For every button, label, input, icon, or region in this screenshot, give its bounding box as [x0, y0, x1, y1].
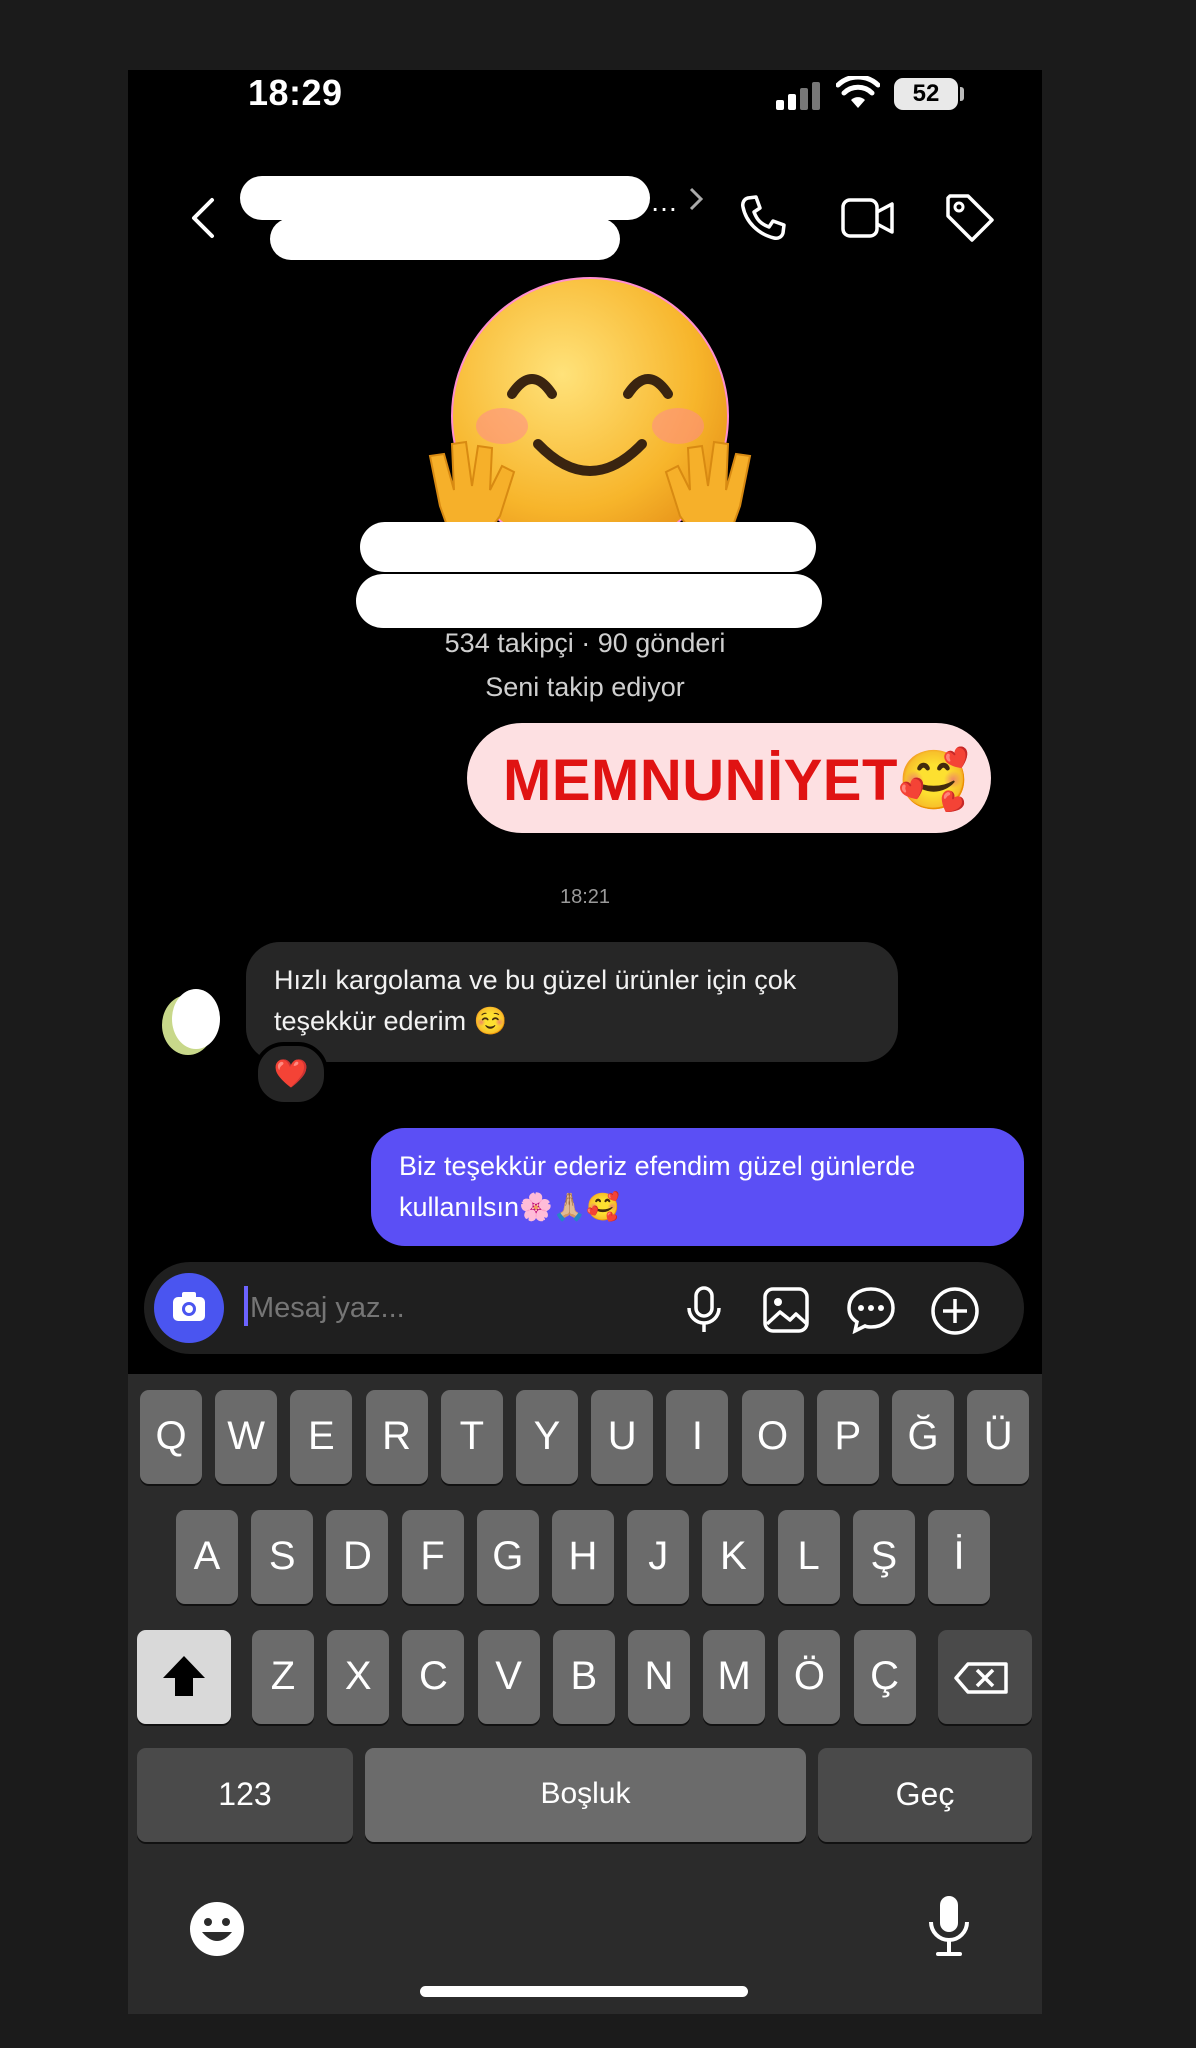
key-i[interactable]: I [666, 1390, 729, 1484]
signal-icon [774, 80, 822, 110]
battery-indicator: 52 [894, 78, 958, 110]
back-icon[interactable] [188, 196, 218, 240]
chevron-right-icon[interactable] [688, 186, 704, 212]
key-u[interactable]: U [591, 1390, 654, 1484]
key-r[interactable]: R [365, 1390, 428, 1484]
key-s[interactable]: S [251, 1510, 314, 1604]
key-w[interactable]: W [215, 1390, 278, 1484]
sticker-text: MEMNUNİYET🥰 [503, 748, 971, 813]
sticker-chat-icon[interactable] [846, 1286, 896, 1334]
key-ğ[interactable]: Ğ [892, 1390, 954, 1484]
gallery-icon[interactable] [762, 1286, 810, 1334]
status-time: 18:29 [248, 72, 343, 113]
key-o[interactable]: O [741, 1390, 804, 1484]
key-v[interactable]: V [477, 1630, 540, 1724]
battery-tip [960, 87, 964, 101]
home-indicator[interactable] [420, 1986, 748, 1997]
redacted-subtitle [270, 218, 620, 260]
key-c[interactable]: C [402, 1630, 465, 1724]
tag-icon[interactable] [944, 192, 996, 244]
incoming-message[interactable]: Hızlı kargolama ve bu güzel ürünler için… [246, 942, 898, 1062]
message-input[interactable] [248, 1282, 652, 1334]
redacted-username[interactable] [240, 176, 650, 220]
redacted-profile-name [360, 522, 816, 572]
ellipsis-icon: … [650, 186, 678, 217]
video-call-icon[interactable] [840, 196, 896, 240]
profile-stats: 534 takipçi · 90 gönderi [444, 628, 726, 658]
memnuniyet-sticker[interactable]: MEMNUNİYET🥰 [467, 723, 991, 833]
shift-icon [163, 1656, 205, 1696]
key-a[interactable]: A [176, 1510, 238, 1604]
sender-avatar[interactable] [160, 985, 224, 1057]
key-y[interactable]: Y [516, 1390, 578, 1484]
backspace-icon [954, 1662, 1008, 1694]
key-e[interactable]: E [290, 1390, 353, 1484]
backspace-key[interactable] [938, 1630, 1032, 1724]
message-timestamp: 18:21 [559, 886, 611, 908]
outgoing-message[interactable]: Biz teşekkür ederiz efendim güzel günler… [371, 1128, 1024, 1246]
go-key[interactable]: Geç [818, 1748, 1032, 1842]
key-n[interactable]: N [628, 1630, 690, 1724]
space-key[interactable]: Boşluk [365, 1748, 806, 1842]
key-k[interactable]: K [702, 1510, 765, 1604]
redacted-profile-handle [356, 574, 822, 628]
key-d[interactable]: D [326, 1510, 389, 1604]
key-i̇[interactable]: İ [928, 1510, 990, 1604]
phone-call-icon[interactable] [738, 192, 788, 242]
plus-circle-icon[interactable] [930, 1286, 980, 1336]
key-ö[interactable]: Ö [778, 1630, 841, 1724]
key-j[interactable]: J [627, 1510, 690, 1604]
key-z[interactable]: Z [252, 1630, 314, 1724]
heart-reaction[interactable]: ❤️ [254, 1042, 328, 1106]
key-q[interactable]: Q [140, 1390, 202, 1484]
microphone-icon[interactable] [684, 1286, 724, 1334]
camera-icon [173, 1292, 205, 1321]
numbers-key[interactable]: 123 [137, 1748, 353, 1842]
follows-you-label: Seni takip ediyor [485, 672, 685, 702]
dictation-icon[interactable] [926, 1894, 972, 1960]
key-m[interactable]: M [703, 1630, 766, 1724]
key-ü[interactable]: Ü [967, 1390, 1030, 1484]
key-p[interactable]: P [816, 1390, 879, 1484]
key-ş[interactable]: Ş [852, 1510, 915, 1604]
shift-key[interactable] [137, 1630, 231, 1724]
emoji-icon[interactable] [188, 1900, 246, 1958]
key-x[interactable]: X [327, 1630, 390, 1724]
wifi-icon [836, 76, 880, 110]
key-t[interactable]: T [440, 1390, 503, 1484]
key-f[interactable]: F [401, 1510, 464, 1604]
key-b[interactable]: B [552, 1630, 615, 1724]
key-g[interactable]: G [476, 1510, 539, 1604]
key-l[interactable]: L [777, 1510, 840, 1604]
camera-button[interactable] [154, 1273, 224, 1343]
key-ç[interactable]: Ç [853, 1630, 916, 1724]
key-h[interactable]: H [552, 1510, 614, 1604]
